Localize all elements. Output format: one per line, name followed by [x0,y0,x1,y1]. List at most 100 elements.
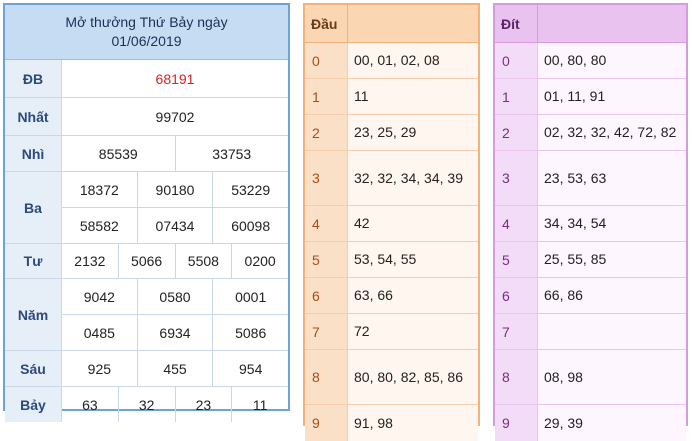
dit-row: 7 [495,314,686,350]
prize-number: 5086 [212,315,288,350]
prize-number: 85539 [98,145,138,162]
prize-row: Năm 9042 0580 0001 0485 6934 5086 [5,279,288,351]
dau-row: 1 11 [305,79,478,115]
prize-number: 2132 [74,253,106,269]
prize-number: 32 [117,387,175,422]
dau-numbers: 91, 98 [348,405,478,441]
dau-numbers: 80, 80, 82, 85, 86 [348,350,478,404]
prize-number: 5066 [117,244,175,278]
prize-label: Nhì [5,136,62,171]
dau-row: 4 42 [305,206,478,242]
dit-row: 2 02, 32, 32, 42, 72, 82 [495,115,686,151]
dau-row: 7 72 [305,314,478,350]
prize-number: 0580 [136,279,213,314]
dau-digit: 2 [305,115,348,150]
results-table: Mở thưởng Thứ Bảy ngày 01/06/2019 ĐB 6819… [3,3,290,422]
prize-label: Tư [5,244,62,278]
dau-digit: 9 [305,405,348,441]
dit-numbers [538,314,686,349]
prize-row: Ba 18372 90180 53229 58582 07434 60098 [5,172,288,244]
prize-number: 954 [212,351,288,386]
prize-label: Bảy [5,387,62,422]
prize-label: Sáu [5,351,62,386]
dau-digit: 6 [305,278,348,313]
dau-numbers: 23, 25, 29 [348,115,478,150]
dau-numbers: 42 [348,206,478,241]
prize-row: Nhì 85539 33753 [5,136,288,172]
dau-numbers: 72 [348,314,478,349]
prize-number: 925 [87,360,112,377]
dit-digit: 0 [495,43,538,78]
prize-row: ĐB 68191 [5,60,288,98]
dit-header: Đít [495,5,538,42]
dau-row: 9 91, 98 [305,405,478,441]
prize-number: 23 [174,387,232,422]
dau-row: 5 53, 54, 55 [305,242,478,278]
dit-header-row: Đít [495,5,686,43]
prize-label: Nhất [5,98,62,135]
dit-numbers: 23, 53, 63 [538,151,686,205]
dit-numbers: 08, 98 [538,350,686,404]
prize-number: 63 [82,396,98,413]
prize-row: Nhất 99702 [5,98,288,136]
prize-number: 07434 [136,208,213,243]
dit-row: 5 25, 55, 85 [495,242,686,278]
dit-table: Đít 0 00, 80, 80 1 01, 11, 91 2 02, 32, 32, 4… [493,3,688,441]
prize-label: ĐB [5,60,62,97]
prize-number: 0200 [231,244,288,278]
dau-row: 8 80, 80, 82, 85, 86 [305,350,478,405]
dit-digit: 1 [495,79,538,114]
dit-digit: 7 [495,314,538,349]
dit-digit: 9 [495,405,538,441]
dit-digit: 2 [495,115,538,150]
dit-digit: 6 [495,278,538,313]
results-header: Mở thưởng Thứ Bảy ngày 01/06/2019 [5,5,288,60]
dit-row: 3 23, 53, 63 [495,151,686,206]
prize-number: 60098 [212,208,288,243]
dau-digit: 7 [305,314,348,349]
dit-numbers: 25, 55, 85 [538,242,686,277]
results-date: 01/06/2019 [111,33,182,49]
prize-row: Tư 2132 5066 5508 0200 [5,244,288,279]
prize-number: 90180 [136,172,213,207]
dau-row: 3 32, 32, 34, 34, 39 [305,151,478,206]
dau-numbers: 11 [348,79,478,114]
dau-numbers: 63, 66 [348,278,478,313]
dit-row: 4 34, 34, 54 [495,206,686,242]
dit-digit: 5 [495,242,538,277]
dau-digit: 3 [305,151,348,205]
prize-row: Sáu 925 455 954 [5,351,288,387]
dau-digit: 5 [305,242,348,277]
prize-number: 58582 [79,217,119,234]
dau-row: 0 00, 01, 02, 08 [305,43,478,79]
dau-numbers: 32, 32, 34, 34, 39 [348,151,478,205]
dau-numbers: 00, 01, 02, 08 [348,43,478,78]
dau-table: Đầu 0 00, 01, 02, 08 1 11 2 23, 25, 29 3 32, 32… [303,3,480,441]
dau-digit: 4 [305,206,348,241]
prize-number: 11 [231,387,288,422]
prize-number: 455 [136,351,213,386]
prize-number: 6934 [136,315,213,350]
dit-row: 6 66, 86 [495,278,686,314]
dau-digit: 0 [305,43,348,78]
prize-row: Bảy 63 32 23 11 [5,387,288,422]
prize-label: Ba [5,172,62,243]
dit-numbers: 02, 32, 32, 42, 72, 82 [538,115,686,150]
dau-digit: 1 [305,79,348,114]
dit-digit: 8 [495,350,538,404]
prize-number: 18372 [79,181,119,198]
dau-digit: 8 [305,350,348,404]
dit-numbers: 01, 11, 91 [538,79,686,114]
dau-header: Đầu [305,5,348,42]
dit-digit: 3 [495,151,538,205]
prize-number: 5508 [174,244,232,278]
prize-number: 0485 [83,324,115,341]
prize-number: 53229 [212,172,288,207]
dit-row: 9 29, 39 [495,405,686,441]
dau-header-row: Đầu [305,5,478,43]
dit-numbers: 66, 86 [538,278,686,313]
dau-numbers: 53, 54, 55 [348,242,478,277]
dit-numbers: 00, 80, 80 [538,43,686,78]
dau-row: 2 23, 25, 29 [305,115,478,151]
prize-number: 9042 [83,288,115,305]
